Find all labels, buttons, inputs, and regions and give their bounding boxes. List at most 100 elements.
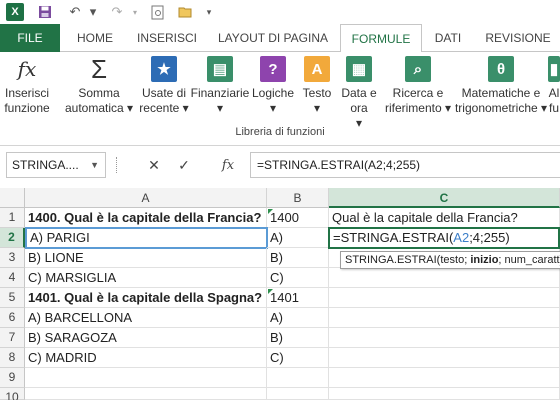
tooltip-arg-num-caratt[interactable]: ; num_caratt) bbox=[498, 254, 560, 266]
row-header-8[interactable]: 8 bbox=[0, 348, 25, 368]
tab-revisione[interactable]: REVISIONE bbox=[476, 24, 560, 52]
text-button[interactable]: A Testo ▾ bbox=[298, 56, 336, 116]
cell-b7[interactable]: B) bbox=[267, 328, 329, 348]
cell-c8[interactable] bbox=[329, 348, 560, 368]
column-header-c[interactable]: C bbox=[329, 188, 560, 208]
name-box[interactable]: STRINGA.... ▼ bbox=[6, 152, 106, 178]
insert-function-label-2: funzione bbox=[4, 101, 50, 115]
column-header-b[interactable]: B bbox=[267, 188, 329, 208]
excel-logo-icon[interactable]: X bbox=[6, 3, 24, 21]
financial-button[interactable]: ▤ Finanziarie ▾ bbox=[190, 56, 250, 116]
cell-a5[interactable]: 1401. Qual è la capitale della Spagna? bbox=[25, 288, 267, 308]
column-header-a[interactable]: A bbox=[25, 188, 267, 208]
row-header-5[interactable]: 5 bbox=[0, 288, 25, 308]
error-indicator-icon bbox=[268, 289, 273, 294]
formula-function-text: =STRINGA.ESTRAI( bbox=[333, 230, 454, 245]
cell-b8[interactable]: C) bbox=[267, 348, 329, 368]
quick-access-toolbar: X ↶ ▾ ↷ ▾ ▾ bbox=[0, 0, 560, 24]
cell-a3[interactable]: B) LIONE bbox=[25, 248, 267, 268]
cell-b5[interactable]: 1401 bbox=[267, 288, 329, 308]
insert-function-label: Inserisci bbox=[4, 86, 49, 100]
cell-a1[interactable]: 1400. Qual è la capitale della Francia? bbox=[25, 208, 267, 228]
cell-c7[interactable] bbox=[329, 328, 560, 348]
tooltip-function-name[interactable]: STRINGA.ESTRAI( bbox=[345, 254, 440, 266]
print-preview-icon[interactable] bbox=[148, 3, 166, 21]
tab-layout-di-pagina[interactable]: LAYOUT DI PAGINA bbox=[212, 24, 334, 52]
customize-qat-icon[interactable]: ▾ bbox=[200, 3, 218, 21]
function-argument-tooltip[interactable]: STRINGA.ESTRAI(testo; inizio; num_caratt… bbox=[340, 251, 560, 269]
theta-book-icon: θ bbox=[488, 56, 514, 82]
cell-c4[interactable] bbox=[329, 268, 560, 288]
worksheet-grid: A B C 1 2 3 4 5 6 7 8 9 10 1400. Qual è … bbox=[0, 188, 560, 400]
cell-b4[interactable]: C) bbox=[267, 268, 329, 288]
recently-used-button[interactable]: ★ Usate di recente ▾ bbox=[136, 56, 192, 116]
ribbon-tabs: FILE HOME INSERISCI LAYOUT DI PAGINA FOR… bbox=[0, 24, 560, 53]
cell-b10[interactable] bbox=[267, 388, 329, 400]
cell-a6[interactable]: A) BARCELLONA bbox=[25, 308, 267, 328]
redo-icon[interactable]: ↷ bbox=[108, 3, 126, 21]
row-header-7[interactable]: 7 bbox=[0, 328, 25, 348]
row-header-9[interactable]: 9 bbox=[0, 368, 25, 388]
undo-icon[interactable]: ↶ bbox=[66, 3, 84, 21]
cell-b1[interactable]: 1400 bbox=[267, 208, 329, 228]
row-header-4[interactable]: 4 bbox=[0, 268, 25, 288]
cancel-formula-button[interactable]: ✕ bbox=[142, 155, 166, 175]
chevron-down-icon[interactable]: ▼ bbox=[90, 153, 99, 177]
autosum-button[interactable]: Σ Somma automatica ▾ bbox=[64, 56, 134, 116]
lookup-book-icon: ⌕ bbox=[405, 56, 431, 82]
fx-icon: fx bbox=[17, 56, 37, 81]
tooltip-arg-testo[interactable]: testo; bbox=[440, 254, 470, 266]
formula-input[interactable]: =STRINGA.ESTRAI(A2;4;255) bbox=[250, 152, 560, 178]
date-time-label: Data e ora bbox=[341, 86, 377, 115]
cell-c6[interactable] bbox=[329, 308, 560, 328]
star-book-icon: ★ bbox=[151, 56, 177, 82]
row-header-3[interactable]: 3 bbox=[0, 248, 25, 268]
insert-function-fx-button[interactable]: fx bbox=[216, 155, 240, 175]
recently-used-label: Usate di bbox=[141, 86, 187, 100]
more-functions-label-2: fu bbox=[548, 101, 559, 115]
group-label-function-library: Libreria di funzioni bbox=[235, 126, 325, 138]
open-file-icon[interactable] bbox=[176, 3, 194, 21]
formula-args-text: ;4;255) bbox=[469, 230, 510, 245]
tab-formule[interactable]: FORMULE bbox=[340, 24, 422, 53]
save-icon[interactable] bbox=[36, 3, 54, 21]
undo-dropdown-icon[interactable]: ▾ bbox=[84, 3, 102, 21]
cell-a8[interactable]: C) MADRID bbox=[25, 348, 267, 368]
more-functions-label: Al bbox=[548, 86, 560, 100]
cell-b9[interactable] bbox=[267, 368, 329, 388]
cell-a7[interactable]: B) SARAGOZA bbox=[25, 328, 267, 348]
cell-a2[interactable]: A) PARIGI bbox=[25, 227, 268, 249]
cell-a4[interactable]: C) MARSIGLIA bbox=[25, 268, 267, 288]
tooltip-arg-inizio[interactable]: inizio bbox=[470, 254, 498, 266]
cell-c5[interactable] bbox=[329, 288, 560, 308]
math-trig-button[interactable]: θ Matematiche e trigonometriche ▾ bbox=[454, 56, 548, 116]
redo-dropdown-icon[interactable]: ▾ bbox=[126, 3, 144, 21]
text-label-2: ▾ bbox=[313, 101, 321, 115]
tab-inserisci[interactable]: INSERISCI bbox=[128, 24, 206, 52]
row-header-1[interactable]: 1 bbox=[0, 208, 25, 228]
row-header-10[interactable]: 10 bbox=[0, 388, 25, 400]
formula-bar-grip[interactable] bbox=[116, 157, 119, 173]
lookup-reference-button[interactable]: ⌕ Ricerca e riferimento ▾ bbox=[380, 56, 456, 116]
cell-c2-editing[interactable]: =STRINGA.ESTRAI(A2;4;255) bbox=[328, 227, 560, 249]
logical-button[interactable]: ? Logiche ▾ bbox=[250, 56, 296, 116]
tab-file[interactable]: FILE bbox=[0, 24, 60, 52]
more-functions-button[interactable]: ▮ Al fu bbox=[548, 56, 560, 116]
cell-c9[interactable] bbox=[329, 368, 560, 388]
row-header-2[interactable]: 2 bbox=[0, 228, 25, 248]
cell-c10[interactable] bbox=[329, 388, 560, 400]
cell-a9[interactable] bbox=[25, 368, 267, 388]
tab-dati[interactable]: DATI bbox=[426, 24, 470, 52]
cell-c1[interactable]: Qual è la capitale della Francia? bbox=[329, 208, 560, 228]
tab-home[interactable]: HOME bbox=[66, 24, 124, 52]
cell-b3[interactable]: B) bbox=[267, 248, 329, 268]
date-time-button[interactable]: ▦ Data e ora ▾ bbox=[338, 56, 380, 131]
insert-function-button[interactable]: fx Inserisci funzione bbox=[0, 56, 54, 116]
cell-b6[interactable]: A) bbox=[267, 308, 329, 328]
select-all-corner[interactable] bbox=[0, 188, 25, 208]
enter-formula-button[interactable]: ✓ bbox=[172, 155, 196, 175]
row-header-6[interactable]: 6 bbox=[0, 308, 25, 328]
recently-used-label-2: recente ▾ bbox=[139, 101, 189, 115]
cell-a10[interactable] bbox=[25, 388, 267, 400]
cell-b2[interactable]: A) bbox=[267, 228, 329, 248]
